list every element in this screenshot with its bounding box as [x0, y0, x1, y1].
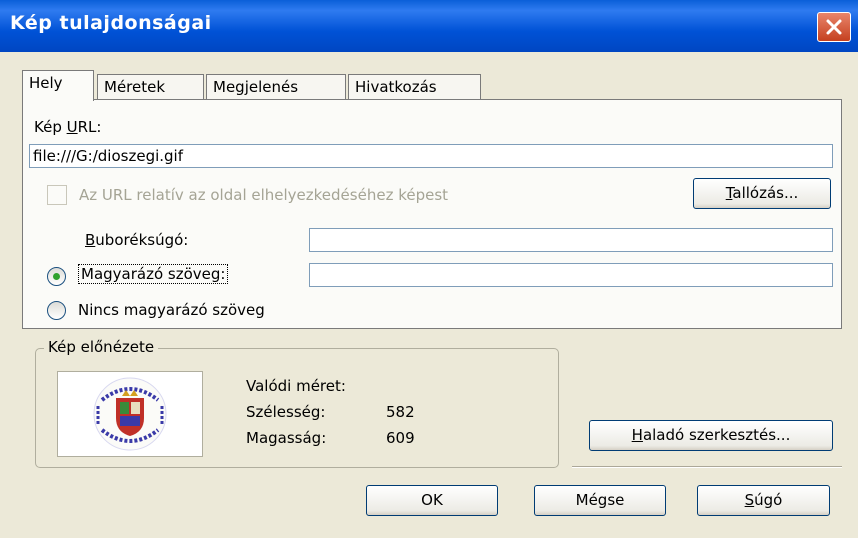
- url-label: Kép URL:: [34, 118, 102, 136]
- window-title: Kép tulajdonságai: [10, 12, 212, 34]
- tooltip-label: Buboréksúgó:: [85, 231, 189, 249]
- tab-label: Hivatkozás: [355, 78, 437, 96]
- tab-panel-hely: Kép URL: Az URL relatív az oldal elhelye…: [22, 99, 842, 329]
- tooltip-input[interactable]: [309, 228, 833, 252]
- browse-button[interactable]: Tallózás...: [693, 178, 831, 209]
- close-button[interactable]: [817, 12, 851, 42]
- tab-label: Méretek: [104, 78, 166, 96]
- image-preview: [57, 371, 203, 457]
- width-value: 582: [386, 403, 415, 421]
- school-emblem-icon: [93, 377, 167, 451]
- cancel-button[interactable]: Mégse: [534, 485, 666, 516]
- radio-selected-dot: [53, 273, 60, 280]
- tab-hivatkozas[interactable]: Hivatkozás: [348, 74, 481, 100]
- alt-text-input[interactable]: [309, 263, 833, 287]
- image-preview-group: Kép előnézete Valódi méret: Szélesség: 5…: [35, 338, 559, 468]
- no-alt-text-label: Nincs magyarázó szöveg: [78, 301, 265, 319]
- relative-url-checkbox[interactable]: [47, 185, 67, 205]
- relative-url-label: Az URL relatív az oldal elhelyezkedéséhe…: [79, 186, 449, 204]
- height-value: 609: [386, 429, 415, 447]
- url-input[interactable]: [29, 144, 833, 168]
- separator: [572, 466, 842, 468]
- ok-button[interactable]: OK: [366, 485, 498, 516]
- advanced-edit-button[interactable]: Haladó szerkesztés...: [589, 420, 833, 451]
- actual-size-label: Valódi méret:: [246, 377, 346, 395]
- tab-meretek[interactable]: Méretek: [97, 74, 204, 100]
- no-alt-text-radio[interactable]: [47, 301, 66, 320]
- tab-label: Hely: [29, 74, 63, 92]
- alt-text-label: Magyarázó szöveg:: [78, 264, 229, 284]
- height-label: Magasság:: [246, 429, 327, 447]
- close-icon: [826, 19, 842, 35]
- alt-text-radio[interactable]: [47, 267, 66, 286]
- tab-hely[interactable]: Hely: [22, 70, 94, 101]
- help-button[interactable]: Súgó: [697, 485, 830, 516]
- title-bar[interactable]: Kép tulajdonságai: [0, 0, 858, 52]
- image-preview-legend: Kép előnézete: [44, 338, 159, 356]
- tab-megjelenes[interactable]: Megjelenés: [206, 74, 346, 100]
- width-label: Szélesség:: [246, 403, 326, 421]
- tab-label: Megjelenés: [213, 78, 299, 96]
